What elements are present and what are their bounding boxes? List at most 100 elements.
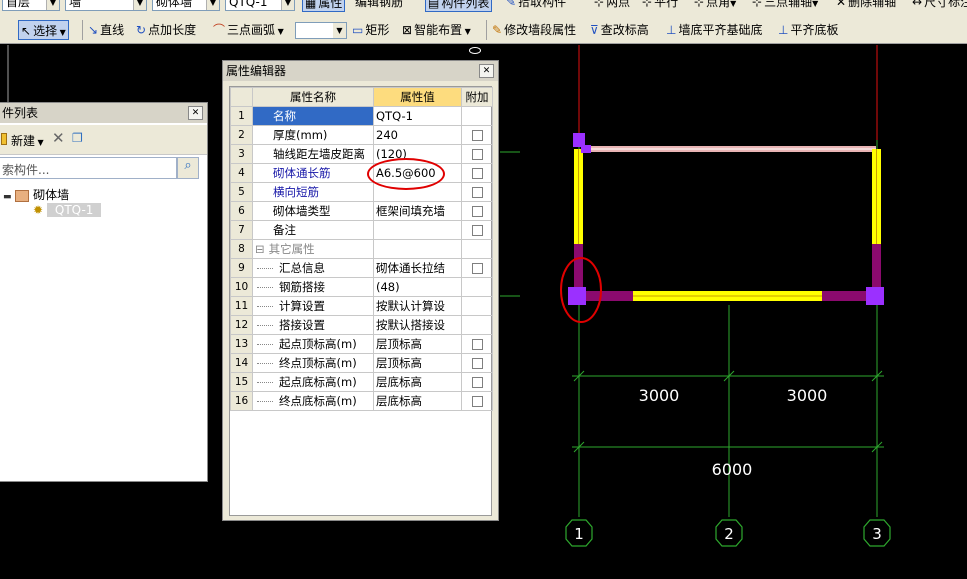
wall-bottom-align-button[interactable]: ⊥ 墙底平齐基础底 xyxy=(666,20,762,40)
component-list-button[interactable]: ▤ 构件列表 xyxy=(425,0,493,12)
line-button[interactable]: ↘ 直线 xyxy=(88,20,124,40)
component-combo[interactable]: QTQ-1 ▼ xyxy=(225,0,295,11)
component-search-input[interactable]: 索构件... xyxy=(0,157,177,179)
two-points-button[interactable]: ⊹ 两点 xyxy=(594,0,630,12)
extra-checkbox[interactable] xyxy=(471,377,483,388)
property-row[interactable]: 6 砌体墙类型 框架间填充墙 xyxy=(230,201,493,221)
close-icon[interactable]: ✕ xyxy=(188,106,203,120)
dimension-button[interactable]: ↔ 尺寸标注 xyxy=(912,0,967,12)
copy-icon[interactable]: ❐ xyxy=(72,131,83,145)
parallel-button[interactable]: ⊹ 平行 xyxy=(642,0,678,12)
property-value[interactable]: 层底标高 xyxy=(373,372,462,392)
property-row[interactable]: 1 名称 QTQ-1 xyxy=(230,106,493,126)
property-name[interactable]: 终点顶标高(m) xyxy=(252,353,374,373)
floor-combo[interactable]: 首层 ▼ xyxy=(2,0,60,11)
modify-segment-button[interactable]: ✎ 修改墙段属性 xyxy=(492,20,576,40)
property-value[interactable]: 按默认计算设 xyxy=(373,296,462,316)
search-icon[interactable]: ⌕ xyxy=(177,157,199,179)
extra-checkbox[interactable] xyxy=(471,396,483,407)
property-name[interactable]: 名称 xyxy=(252,106,374,126)
extra-checkbox[interactable] xyxy=(471,339,483,350)
property-value[interactable]: 按默认搭接设 xyxy=(373,315,462,335)
property-name[interactable]: 搭接设置 xyxy=(252,315,374,335)
property-name[interactable]: 厚度(mm) xyxy=(252,125,374,145)
rect-button[interactable]: ▭ 矩形 xyxy=(352,20,389,40)
extra-checkbox[interactable] xyxy=(471,168,483,179)
property-row[interactable]: 4 砌体通长筋 A6.5@600 xyxy=(230,163,493,183)
property-value[interactable]: QTQ-1 xyxy=(373,106,462,126)
three-point-axis-button[interactable]: ⊹ 三点辅轴▼ xyxy=(752,0,818,12)
property-value[interactable]: 层顶标高 xyxy=(373,334,462,354)
property-row[interactable]: 10 钢筋搭接 (48) xyxy=(230,277,493,297)
property-row[interactable]: 15 起点底标高(m) 层底标高 xyxy=(230,372,493,392)
edit-rebar-button[interactable]: 编辑钢筋 xyxy=(355,0,403,12)
property-name[interactable]: 砌体通长筋 xyxy=(252,163,374,183)
property-value[interactable]: 砌体通长拉结 xyxy=(373,258,462,278)
column-top-left-cap[interactable] xyxy=(581,145,591,153)
collapse-icon[interactable]: ⊟ xyxy=(255,242,265,256)
three-arc-button[interactable]: ⌒ 三点画弧 ▼ xyxy=(213,20,284,40)
wall-left-purple[interactable] xyxy=(574,244,583,290)
property-name[interactable]: 终点底标高(m) xyxy=(252,391,374,411)
property-row[interactable]: 9 汇总信息 砌体通长拉结 xyxy=(230,258,493,278)
column-top-left[interactable] xyxy=(573,133,585,147)
property-row[interactable]: 12 搭接设置 按默认搭接设 xyxy=(230,315,493,335)
property-row[interactable]: 16 终点底标高(m) 层底标高 xyxy=(230,391,493,411)
type-combo[interactable]: 墙 ▼ xyxy=(65,0,147,11)
property-name[interactable]: ⊟ 其它属性 xyxy=(252,239,374,259)
arc-param-input[interactable]: ▼ xyxy=(295,22,347,39)
property-name[interactable]: 轴线距左墙皮距离 xyxy=(252,144,374,164)
property-row[interactable]: 2 厚度(mm) 240 xyxy=(230,125,493,145)
pick-component-button[interactable]: ✎ 拾取构件 xyxy=(506,0,566,12)
property-value[interactable] xyxy=(373,239,462,259)
extra-checkbox[interactable] xyxy=(471,206,483,217)
property-name[interactable]: 钢筋搭接 xyxy=(252,277,374,297)
extra-checkbox[interactable] xyxy=(471,149,483,160)
wall-bottom-purple-left[interactable] xyxy=(586,291,633,301)
property-value[interactable] xyxy=(373,220,462,240)
delete-axis-button[interactable]: ✕ 删除辅轴 xyxy=(836,0,896,12)
property-row[interactable]: 14 终点顶标高(m) 层顶标高 xyxy=(230,353,493,373)
extra-checkbox[interactable] xyxy=(471,225,483,236)
property-name[interactable]: 起点顶标高(m) xyxy=(252,334,374,354)
attribute-button[interactable]: ▦ 属性 xyxy=(302,0,346,12)
property-name[interactable]: 计算设置 xyxy=(252,296,374,316)
close-icon[interactable]: ✕ xyxy=(479,64,494,78)
property-name[interactable]: 汇总信息 xyxy=(252,258,374,278)
property-value[interactable]: 框架间填充墙 xyxy=(373,201,462,221)
property-name[interactable]: 横向短筋 xyxy=(252,182,374,202)
smart-layout-button[interactable]: ⊠ 智能布置 ▼ xyxy=(402,20,471,40)
flat-bottom-button[interactable]: ⊥ 平齐底板 xyxy=(778,20,838,40)
property-row[interactable]: 8 ⊟ 其它属性 xyxy=(230,239,493,259)
tree-child[interactable]: ✹ QTQ-1 xyxy=(33,203,102,217)
property-name[interactable]: 砌体墙类型 xyxy=(252,201,374,221)
point-angle-button[interactable]: ⊹ 点角▼ xyxy=(694,0,736,12)
column-bottom-left[interactable] xyxy=(568,287,586,305)
property-row[interactable]: 7 备注 xyxy=(230,220,493,240)
extra-checkbox[interactable] xyxy=(471,187,483,198)
modify-elevation-button[interactable]: ⊽ 查改标高 xyxy=(590,20,649,40)
new-button[interactable]: 新建 ▼ xyxy=(11,132,44,149)
drawing-svg[interactable]: 3000 3000 6000 1 2 3 xyxy=(500,45,967,579)
property-value[interactable]: 层底标高 xyxy=(373,391,462,411)
property-value[interactable]: 层顶标高 xyxy=(373,353,462,373)
select-button[interactable]: ↖ 选择 ▼ xyxy=(18,20,69,40)
delete-icon[interactable]: ✕ xyxy=(52,129,65,147)
wall-right-purple[interactable] xyxy=(872,244,881,290)
collapse-icon[interactable]: ▬ xyxy=(3,192,12,202)
extra-checkbox[interactable] xyxy=(471,130,483,141)
extra-checkbox[interactable] xyxy=(471,358,483,369)
tree-root[interactable]: ▬ 砌体墙 xyxy=(3,186,69,203)
extra-checkbox[interactable] xyxy=(471,263,483,274)
property-row[interactable]: 3 轴线距左墙皮距离 (120) xyxy=(230,144,493,164)
property-row[interactable]: 13 起点顶标高(m) 层顶标高 xyxy=(230,334,493,354)
point-length-button[interactable]: ↻ 点加长度 xyxy=(136,20,196,40)
property-row[interactable]: 5 横向短筋 xyxy=(230,182,493,202)
drawing-canvas[interactable]: 3000 3000 6000 1 2 3 xyxy=(500,45,967,579)
subtype-combo[interactable]: 砌体墙 ▼ xyxy=(152,0,220,11)
column-bottom-right[interactable] xyxy=(866,287,884,305)
property-name[interactable]: 起点底标高(m) xyxy=(252,372,374,392)
property-row[interactable]: 11 计算设置 按默认计算设 xyxy=(230,296,493,316)
property-name[interactable]: 备注 xyxy=(252,220,374,240)
wall-bottom-purple-right[interactable] xyxy=(822,291,869,301)
